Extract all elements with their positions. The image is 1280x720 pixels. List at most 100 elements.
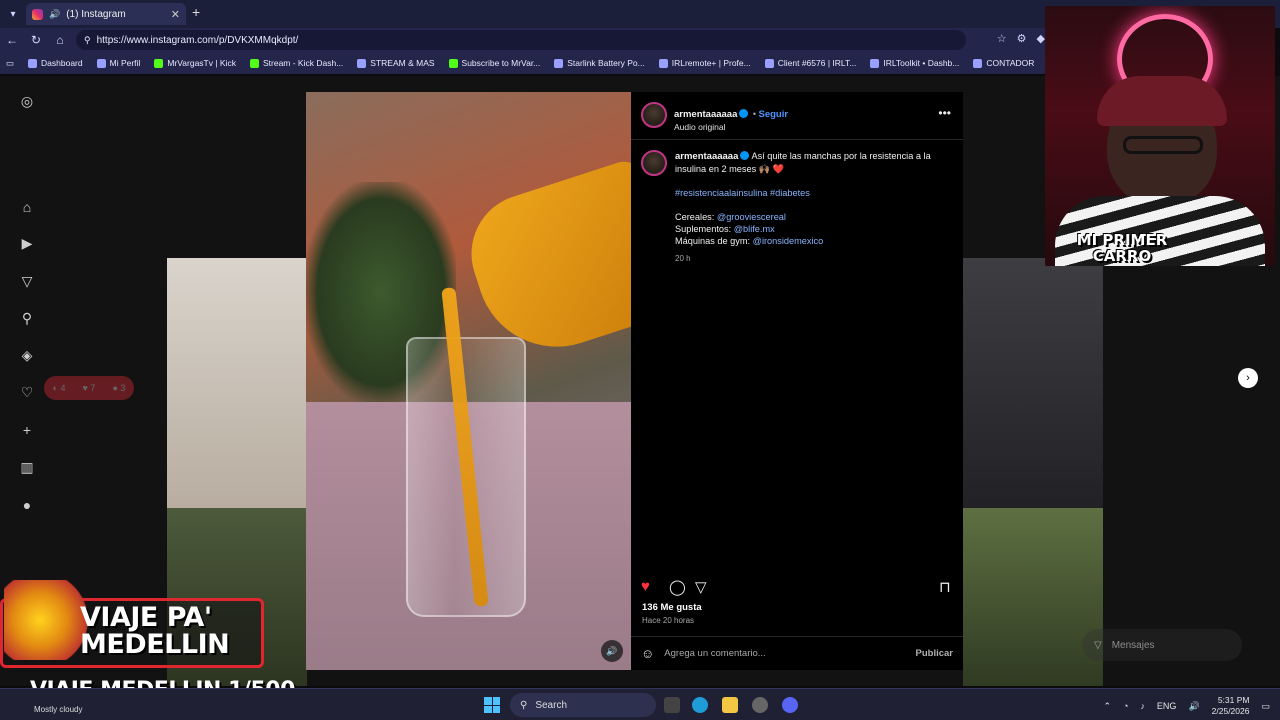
credit-line: Máquinas de gym: @ironsidemexico xyxy=(675,236,824,246)
url-bar[interactable]: ⚲ https://www.instagram.com/p/DVKXMMqkdp… xyxy=(76,30,966,50)
hashtags[interactable]: #resistenciaalainsulina #diabetes xyxy=(675,187,945,199)
emoji-icon[interactable]: ☺ xyxy=(641,646,654,661)
clock[interactable]: 5:31 PM 2/25/2026 xyxy=(1212,695,1250,717)
follow-button[interactable]: Seguir xyxy=(759,109,789,120)
credit-handle-link[interactable]: @ironsidemexico xyxy=(753,236,824,246)
create-plus-icon[interactable]: + xyxy=(18,421,36,439)
kick-icon xyxy=(249,58,259,68)
direct-messages-icon[interactable]: ▽ xyxy=(18,272,36,290)
bookmark-item[interactable]: Mi Perfil xyxy=(96,58,140,68)
cam-overlay-label: MI PRIMER CARRO xyxy=(1076,231,1168,265)
bookmark-item[interactable]: IRLToolkit • Dashb... xyxy=(870,58,959,68)
mute-toggle-icon[interactable]: 🔊 xyxy=(601,640,623,662)
bookmark-item[interactable]: CONTADOR xyxy=(973,58,1034,68)
cap-image xyxy=(1097,76,1227,126)
kick-icon xyxy=(154,58,164,68)
profile-icon[interactable]: ◆ xyxy=(1037,32,1045,45)
language-indicator[interactable]: ENG xyxy=(1157,701,1177,711)
start-windows-icon[interactable] xyxy=(484,697,500,713)
close-tab-icon[interactable]: ✕ xyxy=(171,8,180,21)
browser-tab-instagram[interactable]: 🔊 (1) Instagram ✕ xyxy=(26,3,186,25)
dashboard-icon[interactable]: ▥ xyxy=(18,458,36,476)
messages-button[interactable]: ▽ Mensajes xyxy=(1082,629,1242,661)
next-post-chevron-icon[interactable]: › xyxy=(1238,368,1258,388)
bookmark-icon xyxy=(973,58,983,68)
file-explorer-icon[interactable] xyxy=(722,697,738,713)
bookmark-item[interactable]: STREAM & MAS xyxy=(357,58,435,68)
url-text: https://www.instagram.com/p/DVKXMMqkdpt/ xyxy=(96,34,299,46)
background-post-thumbnail xyxy=(963,258,1103,508)
task-view-icon[interactable] xyxy=(664,697,680,713)
profile-avatar-icon[interactable]: ● xyxy=(18,496,36,514)
like-heart-icon[interactable]: ♥ xyxy=(641,578,650,595)
notifications-icon[interactable]: ▭ xyxy=(1261,701,1270,712)
speaker-icon[interactable]: 🔊 xyxy=(49,9,60,20)
bookmark-item[interactable]: Subscribe to MrVar... xyxy=(448,58,540,68)
search-icon[interactable]: ⚲ xyxy=(18,309,36,327)
extensions-icon[interactable]: ⚙ xyxy=(1017,32,1027,45)
taskbar-search[interactable]: ⚲ Search xyxy=(510,693,656,717)
comment-icon[interactable]: ◯ xyxy=(669,578,686,596)
credit-handle-link[interactable]: @grooviescereal xyxy=(717,212,786,222)
audio-label[interactable]: Audio original xyxy=(674,122,788,132)
back-button[interactable]: ← xyxy=(0,33,24,47)
folder-icon xyxy=(357,58,367,68)
bookmark-item[interactable]: MrVargasTv | Kick xyxy=(154,58,236,68)
tab-list-chevron-icon[interactable]: ▾ xyxy=(0,0,26,28)
post-video[interactable]: 🔊 xyxy=(306,92,631,670)
wifi-icon[interactable]: ◔ xyxy=(1123,701,1128,711)
post-details-panel: armentaaaaaa • Seguir Audio original •••… xyxy=(631,92,963,670)
instagram-logo-icon[interactable]: ◎ xyxy=(18,92,36,110)
edge-browser-icon[interactable] xyxy=(692,697,708,713)
bookmark-item[interactable]: Stream - Kick Dash... xyxy=(249,58,343,68)
weather-widget[interactable]: Mostly cloudy xyxy=(34,705,82,714)
volume-icon[interactable]: 🔊 xyxy=(1188,701,1199,712)
home-button[interactable]: ⌂ xyxy=(48,33,72,47)
discord-icon[interactable] xyxy=(782,697,798,713)
save-bookmark-icon[interactable]: ⊓ xyxy=(939,578,951,596)
post-header: armentaaaaaa • Seguir Audio original ••• xyxy=(631,92,963,140)
streamer-webcam: MI PRIMER CARRO xyxy=(1045,6,1275,266)
reels-icon[interactable]: ▶ xyxy=(18,234,36,252)
notifications-heart-icon[interactable]: ♡ xyxy=(18,383,36,401)
more-options-icon[interactable]: ••• xyxy=(938,106,951,120)
author-avatar[interactable] xyxy=(641,102,667,128)
bookmark-item[interactable]: Starlink Battery Po... xyxy=(554,58,645,68)
address-row: ← ↻ ⌂ ⚲ https://www.instagram.com/p/DVKX… xyxy=(0,28,1045,52)
windows-taskbar: Mostly cloudy ⚲ Search ⌃ ◔ ♪ ENG 🔊 5:31 … xyxy=(0,688,1280,720)
site-info-icon[interactable]: ⚲ xyxy=(84,35,91,46)
favorite-star-icon[interactable]: ☆ xyxy=(997,32,1007,45)
credit-handle-link[interactable]: @blife.mx xyxy=(734,224,775,234)
new-tab-button[interactable]: + xyxy=(192,4,200,20)
comment-composer: ☺ Agrega un comentario... Publicar xyxy=(631,636,963,670)
microphone-icon[interactable]: ♪ xyxy=(1140,701,1145,711)
system-tray: ⌃ ◔ ♪ ENG 🔊 5:31 PM 2/25/2026 ▭ xyxy=(1103,695,1270,717)
bookmark-icon xyxy=(28,58,38,68)
verified-badge-icon xyxy=(739,109,749,118)
bookmark-item[interactable]: IRLremote+ | Profe... xyxy=(658,58,751,68)
app-icon[interactable] xyxy=(752,697,768,713)
publish-button[interactable]: Publicar xyxy=(916,648,954,659)
caption-author[interactable]: armentaaaaaa xyxy=(675,151,738,162)
caption-avatar[interactable] xyxy=(641,150,667,176)
author-handle[interactable]: armentaaaaaa xyxy=(674,109,737,120)
bookmark-icon xyxy=(554,58,564,68)
globe-icon xyxy=(658,58,668,68)
caption-timestamp: 20 h xyxy=(675,254,691,263)
comment-input[interactable]: Agrega un comentario... xyxy=(664,648,905,659)
viaje-overlay-title: VIAJE PA' MEDELLIN xyxy=(80,602,230,660)
background-post-thumbnail xyxy=(963,508,1103,686)
like-count: ♥ 7 xyxy=(82,383,96,393)
bookmark-icon xyxy=(96,58,106,68)
like-count[interactable]: 136 Me gusta xyxy=(642,602,702,613)
notification-pill: ◐ 4 ♥ 7 ● 3 xyxy=(44,376,134,400)
bookmark-item[interactable]: Client #6576 | IRLT... xyxy=(764,58,856,68)
share-icon[interactable]: ▽ xyxy=(695,578,707,596)
explore-icon[interactable]: ◈ xyxy=(18,346,36,364)
home-icon[interactable]: ⌂ xyxy=(18,198,36,216)
tray-chevron-icon[interactable]: ⌃ xyxy=(1103,701,1111,712)
bookmark-item[interactable]: Dashboard xyxy=(28,58,83,68)
address-bar-icons: ☆ ⚙ ◆ xyxy=(997,32,1045,45)
reload-button[interactable]: ↻ xyxy=(24,33,48,47)
bookmarks-toggle-icon[interactable]: ▭ xyxy=(6,58,14,69)
